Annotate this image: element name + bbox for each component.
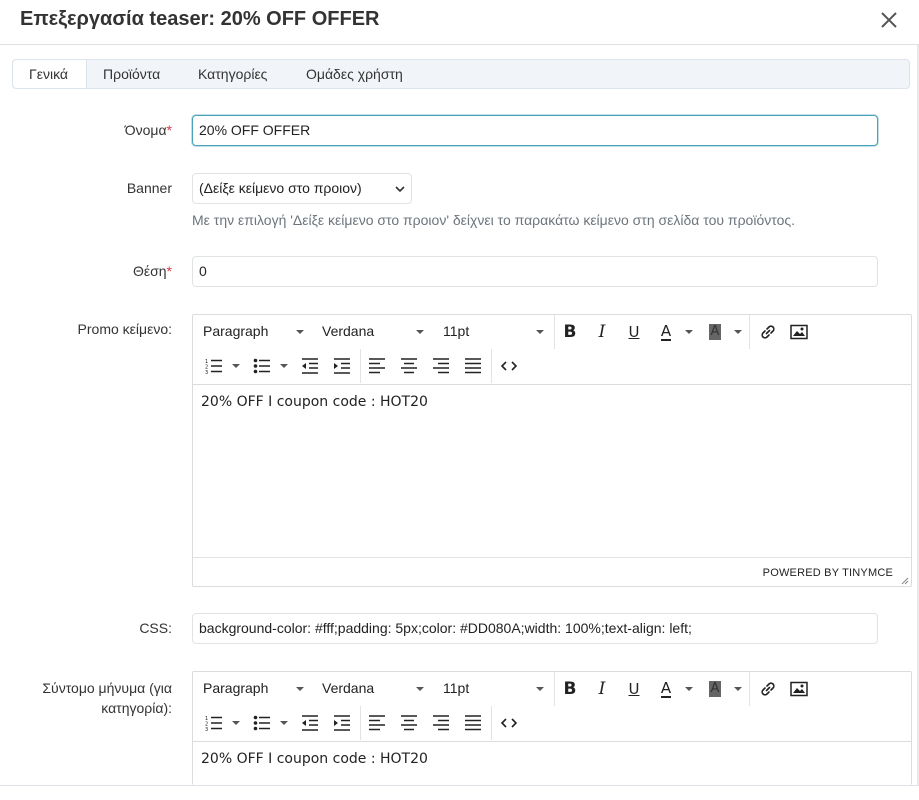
editor-toolbar-row-2: 123 — [193, 706, 911, 740]
chevron-down-icon — [416, 330, 424, 334]
text-color-button[interactable]: A — [655, 321, 677, 343]
banner-select-value: (Δείξε κείμενο στο προιον) — [199, 180, 362, 196]
indent-icon[interactable] — [331, 712, 353, 734]
tab-products[interactable]: Προϊόντα — [103, 60, 160, 88]
image-icon[interactable] — [788, 321, 810, 343]
editor-toolbar-row-1: Paragraph Verdana 11pt B I U A A — [193, 672, 911, 706]
short-message-editor: Paragraph Verdana 11pt B I U A A 123 20%… — [192, 671, 912, 785]
banner-help-text: Με την επιλογή 'Δείξε κείμενο στο προιον… — [192, 212, 795, 228]
outdent-icon[interactable] — [299, 355, 321, 377]
toolbar-divider — [491, 706, 492, 740]
text-color-button[interactable]: A — [655, 678, 677, 700]
font-family-dropdown[interactable]: Verdana — [322, 680, 374, 696]
promo-editor-content[interactable]: 20% OFF I coupon code : HOT20 — [193, 384, 911, 558]
promo-label: Promo κείμενο: — [77, 321, 172, 337]
underline-button[interactable]: U — [623, 321, 645, 343]
chevron-down-icon — [296, 687, 304, 691]
chevron-down-icon — [685, 687, 693, 691]
link-icon[interactable] — [757, 678, 779, 700]
align-justify-icon[interactable] — [462, 712, 484, 734]
editor-statusbar: POWERED BY TINYMCE — [193, 557, 911, 586]
tab-categories[interactable]: Κατηγορίες — [198, 60, 267, 88]
italic-button[interactable]: I — [591, 678, 613, 700]
svg-text:3: 3 — [205, 370, 208, 375]
short-message-label: Σύντομο μήνυμα (για κατηγορία): — [42, 680, 172, 716]
outdent-icon[interactable] — [299, 712, 321, 734]
underline-button[interactable]: U — [623, 678, 645, 700]
modal-footer-divider — [0, 785, 919, 786]
chevron-down-icon — [232, 721, 240, 725]
chevron-down-icon — [232, 364, 240, 368]
chevron-down-icon — [296, 330, 304, 334]
numbered-list-icon[interactable]: 123 — [203, 712, 225, 734]
chevron-down-icon — [416, 687, 424, 691]
indent-icon[interactable] — [331, 355, 353, 377]
position-input[interactable]: 0 — [192, 256, 878, 287]
align-left-icon[interactable] — [366, 712, 388, 734]
image-icon[interactable] — [788, 678, 810, 700]
chevron-down-icon — [734, 330, 742, 334]
chevron-down-icon — [395, 186, 405, 193]
css-input[interactable]: background-color: #fff;padding: 5px;colo… — [192, 613, 878, 644]
chevron-down-icon — [536, 687, 544, 691]
tab-general[interactable]: Γενικά — [13, 60, 87, 88]
editor-toolbar-row-1: Paragraph Verdana 11pt B I U A A — [193, 315, 911, 349]
align-right-icon[interactable] — [430, 355, 452, 377]
position-label: Θέση* — [132, 263, 172, 279]
bullet-list-icon[interactable] — [251, 712, 273, 734]
editor-toolbar-row-2: 123 — [193, 349, 911, 383]
chevron-down-icon — [734, 687, 742, 691]
short-message-editor-content[interactable]: 20% OFF I coupon code : HOT20 — [193, 741, 911, 785]
toolbar-divider — [749, 315, 750, 349]
promo-editor: Paragraph Verdana 11pt B I U A A 123 20%… — [192, 314, 912, 587]
numbered-list-icon[interactable]: 123 — [203, 355, 225, 377]
align-center-icon[interactable] — [398, 712, 420, 734]
tab-bar: Γενικά Προϊόντα Κατηγορίες Ομάδες χρήστη — [12, 59, 910, 89]
background-color-button[interactable]: A — [704, 321, 726, 343]
font-family-dropdown[interactable]: Verdana — [322, 323, 374, 339]
toolbar-divider — [554, 672, 555, 706]
align-justify-icon[interactable] — [462, 355, 484, 377]
toolbar-divider — [360, 349, 361, 383]
banner-select[interactable]: (Δείξε κείμενο στο προιον) — [192, 173, 412, 204]
toolbar-divider — [491, 349, 492, 383]
font-size-dropdown[interactable]: 11pt — [443, 680, 469, 696]
modal-header: Επεξεργασία teaser: 20% OFF OFFER — [0, 0, 919, 45]
bold-button[interactable]: B — [559, 678, 581, 700]
toolbar-divider — [749, 672, 750, 706]
chevron-down-icon — [280, 364, 288, 368]
align-center-icon[interactable] — [398, 355, 420, 377]
chevron-down-icon — [536, 330, 544, 334]
css-label: CSS: — [139, 620, 172, 636]
background-color-button[interactable]: A — [704, 678, 726, 700]
toolbar-divider — [360, 706, 361, 740]
close-icon[interactable] — [876, 7, 902, 33]
align-left-icon[interactable] — [366, 355, 388, 377]
name-label: Όνομα* — [124, 122, 172, 138]
link-icon[interactable] — [757, 321, 779, 343]
powered-by-link[interactable]: POWERED BY TINYMCE — [763, 567, 893, 579]
bullet-list-icon[interactable] — [251, 355, 273, 377]
tab-user-groups[interactable]: Ομάδες χρήστη — [306, 60, 403, 88]
resize-handle-icon[interactable] — [899, 575, 909, 585]
name-input[interactable]: 20% OFF OFFER — [192, 115, 878, 146]
bold-button[interactable]: B — [559, 321, 581, 343]
toolbar-divider — [554, 315, 555, 349]
chevron-down-icon — [280, 721, 288, 725]
source-code-icon[interactable] — [498, 712, 520, 734]
italic-button[interactable]: I — [591, 321, 613, 343]
block-format-dropdown[interactable]: Paragraph — [203, 323, 268, 339]
block-format-dropdown[interactable]: Paragraph — [203, 680, 268, 696]
source-code-icon[interactable] — [498, 355, 520, 377]
font-size-dropdown[interactable]: 11pt — [443, 323, 469, 339]
chevron-down-icon — [685, 330, 693, 334]
align-right-icon[interactable] — [430, 712, 452, 734]
banner-label: Banner — [126, 180, 172, 196]
modal-title: Επεξεργασία teaser: 20% OFF OFFER — [20, 8, 380, 30]
svg-text:3: 3 — [205, 727, 208, 732]
